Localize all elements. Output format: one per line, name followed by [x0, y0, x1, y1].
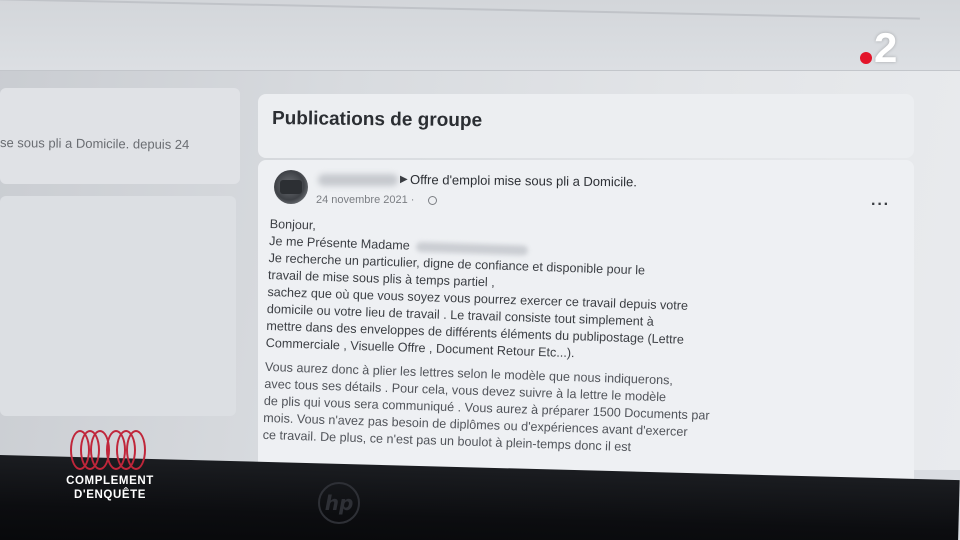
show-logo: COMPLEMENT D'ENQUÊTE — [52, 430, 168, 504]
post-date[interactable]: 24 novembre 2021 · — [316, 194, 414, 206]
avatar-image — [280, 180, 302, 194]
post-body: Bonjour, Je me Présente Madame Je recher… — [262, 216, 789, 461]
globe-icon — [428, 196, 437, 205]
left-column-snippet[interactable]: se sous pli a Domicile. depuis 24 — [0, 135, 189, 152]
channel-number: 2 — [874, 24, 898, 71]
blurred-name — [415, 241, 528, 256]
channel-logo: 2 — [860, 24, 916, 71]
group-feed-title: Publications de groupe — [271, 108, 483, 132]
video-frame: se sous pli a Domicile. depuis 24 Public… — [0, 0, 960, 540]
show-title-line2: D'ENQUÊTE — [73, 489, 147, 501]
post-group-link[interactable]: Offre d'emploi mise sous pli a Domicile. — [410, 172, 637, 189]
top-bar-divider — [0, 0, 920, 20]
show-title-line1: COMPLEMENT — [66, 475, 154, 487]
caret-right-icon: ▶ — [400, 174, 408, 185]
stripe-shape — [126, 430, 146, 470]
show-stripes-icon — [70, 430, 146, 470]
browser-top-bar — [0, 0, 960, 71]
author-name-blurred[interactable] — [318, 174, 398, 186]
post-more-button[interactable]: ··· — [871, 196, 890, 214]
post-card: ▶ Offre d'emploi mise sous pli a Domicil… — [258, 160, 914, 490]
monitor-screen: se sous pli a Domicile. depuis 24 Public… — [0, 0, 960, 490]
group-feed-header: Publications de groupe — [258, 94, 914, 158]
hp-logo: hp — [318, 482, 360, 524]
channel-dot-icon — [860, 52, 872, 64]
author-avatar[interactable] — [274, 170, 308, 204]
left-column-panel — [0, 196, 236, 416]
